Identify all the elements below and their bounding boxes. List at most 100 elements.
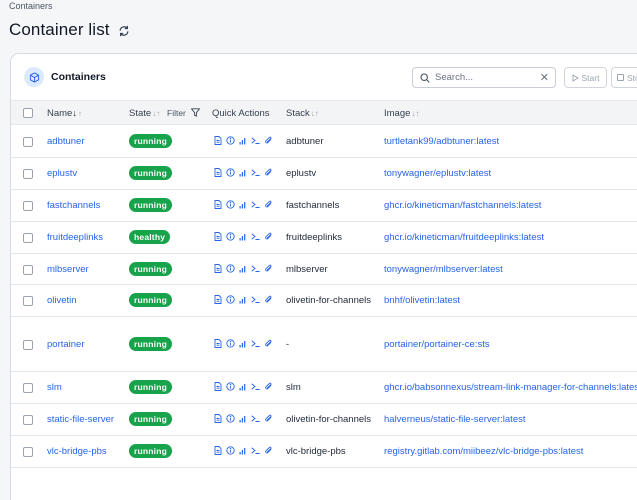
row-checkbox[interactable] xyxy=(23,169,33,179)
column-state[interactable]: State↓↑ xyxy=(129,108,160,119)
inspect-icon[interactable] xyxy=(226,200,235,209)
row-checkbox[interactable] xyxy=(23,233,33,243)
row-checkbox[interactable] xyxy=(23,201,33,211)
stats-icon[interactable] xyxy=(239,168,247,177)
logs-icon[interactable] xyxy=(214,232,222,241)
image-link[interactable]: ghcr.io/kineticman/fastchannels:latest xyxy=(384,200,541,211)
logs-icon[interactable] xyxy=(214,382,222,391)
stats-icon[interactable] xyxy=(239,382,247,391)
row-checkbox[interactable] xyxy=(23,415,33,425)
refresh-icon[interactable] xyxy=(118,24,130,37)
state-filter-button[interactable]: Filter xyxy=(167,108,200,119)
console-icon[interactable] xyxy=(251,295,260,304)
inspect-icon[interactable] xyxy=(226,264,235,273)
search-input[interactable] xyxy=(435,72,535,83)
container-name-link[interactable]: eplustv xyxy=(47,168,77,179)
row-checkbox[interactable] xyxy=(23,447,33,457)
logs-icon[interactable] xyxy=(214,168,222,177)
image-link[interactable]: ghcr.io/kineticman/fruitdeeplinks:latest xyxy=(384,232,544,243)
container-name-link[interactable]: adbtuner xyxy=(47,136,85,147)
console-icon[interactable] xyxy=(251,232,260,241)
sort-icon[interactable]: ↓↑ xyxy=(152,109,160,118)
stats-icon[interactable] xyxy=(239,414,247,423)
console-icon[interactable] xyxy=(251,168,260,177)
image-link[interactable]: bnhf/olivetin:latest xyxy=(384,295,460,306)
stop-button[interactable]: Sto xyxy=(611,67,637,88)
image-link[interactable]: tonywagner/eplustv:latest xyxy=(384,168,491,179)
stats-icon[interactable] xyxy=(239,446,247,455)
container-name-link[interactable]: vlc-bridge-pbs xyxy=(47,446,107,457)
stats-icon[interactable] xyxy=(239,200,247,209)
row-checkbox[interactable] xyxy=(23,265,33,275)
container-name-link[interactable]: static-file-server xyxy=(47,414,114,425)
inspect-icon[interactable] xyxy=(226,168,235,177)
inspect-icon[interactable] xyxy=(226,446,235,455)
image-link[interactable]: tonywagner/mlbserver:latest xyxy=(384,264,503,275)
row-checkbox[interactable] xyxy=(23,137,33,147)
image-link[interactable]: turtletank99/adbtuner:latest xyxy=(384,136,499,147)
attach-icon[interactable] xyxy=(264,136,273,145)
column-state-label: State xyxy=(129,108,152,119)
logs-icon[interactable] xyxy=(214,200,222,209)
column-stack[interactable]: Stack↓↑ xyxy=(286,108,319,119)
image-link[interactable]: portainer/portainer-ce:sts xyxy=(384,339,490,350)
attach-icon[interactable] xyxy=(264,446,273,455)
breadcrumb[interactable]: Containers xyxy=(9,1,53,11)
attach-icon[interactable] xyxy=(264,264,273,273)
logs-icon[interactable] xyxy=(214,339,222,348)
console-icon[interactable] xyxy=(251,414,260,423)
console-icon[interactable] xyxy=(251,200,260,209)
column-name[interactable]: Name↓↑ xyxy=(47,108,82,119)
image-link[interactable]: ghcr.io/babsonnexus/stream-link-manager-… xyxy=(384,382,637,393)
stats-icon[interactable] xyxy=(239,136,247,145)
sort-desc-icon[interactable]: ↓ xyxy=(72,108,77,118)
logs-icon[interactable] xyxy=(214,136,222,145)
inspect-icon[interactable] xyxy=(226,339,235,348)
container-name-link[interactable]: slm xyxy=(47,382,62,393)
search-box[interactable]: ✕ xyxy=(412,67,556,88)
container-name-link[interactable]: olivetin xyxy=(47,295,77,306)
attach-icon[interactable] xyxy=(264,339,273,348)
console-icon[interactable] xyxy=(251,446,260,455)
container-name-link[interactable]: fruitdeeplinks xyxy=(47,232,103,243)
logs-icon[interactable] xyxy=(214,414,222,423)
console-icon[interactable] xyxy=(251,382,260,391)
attach-icon[interactable] xyxy=(264,382,273,391)
inspect-icon[interactable] xyxy=(226,136,235,145)
inspect-icon[interactable] xyxy=(226,232,235,241)
logs-icon[interactable] xyxy=(214,264,222,273)
console-icon[interactable] xyxy=(251,339,260,348)
row-checkbox[interactable] xyxy=(23,340,33,350)
inspect-icon[interactable] xyxy=(226,382,235,391)
logs-icon[interactable] xyxy=(214,295,222,304)
row-checkbox[interactable] xyxy=(23,383,33,393)
container-name-link[interactable]: fastchannels xyxy=(47,200,100,211)
start-button[interactable]: Start xyxy=(564,67,607,88)
attach-icon[interactable] xyxy=(264,200,273,209)
inspect-icon[interactable] xyxy=(226,414,235,423)
stats-icon[interactable] xyxy=(239,295,247,304)
status-badge: running xyxy=(129,166,173,180)
image-link[interactable]: registry.gitlab.com/miibeez/vlc-bridge-p… xyxy=(384,446,583,457)
attach-icon[interactable] xyxy=(264,232,273,241)
console-icon[interactable] xyxy=(251,136,260,145)
image-link[interactable]: halverneus/static-file-server:latest xyxy=(384,414,526,425)
logs-icon[interactable] xyxy=(214,446,222,455)
stats-icon[interactable] xyxy=(239,339,247,348)
attach-icon[interactable] xyxy=(264,295,273,304)
select-all-checkbox[interactable] xyxy=(23,108,33,118)
clear-search-icon[interactable]: ✕ xyxy=(540,71,549,85)
inspect-icon[interactable] xyxy=(226,295,235,304)
stats-icon[interactable] xyxy=(239,232,247,241)
sort-icon[interactable]: ↓↑ xyxy=(311,109,319,118)
console-icon[interactable] xyxy=(251,264,260,273)
stats-icon[interactable] xyxy=(239,264,247,273)
container-name-link[interactable]: portainer xyxy=(47,339,85,350)
column-image[interactable]: Image↓↑ xyxy=(384,108,419,119)
attach-icon[interactable] xyxy=(264,414,273,423)
row-checkbox[interactable] xyxy=(23,296,33,306)
container-name-link[interactable]: mlbserver xyxy=(47,264,89,275)
sort-icon[interactable]: ↓↑ xyxy=(411,109,419,118)
attach-icon[interactable] xyxy=(264,168,273,177)
sort-icon[interactable]: ↑ xyxy=(78,109,82,118)
